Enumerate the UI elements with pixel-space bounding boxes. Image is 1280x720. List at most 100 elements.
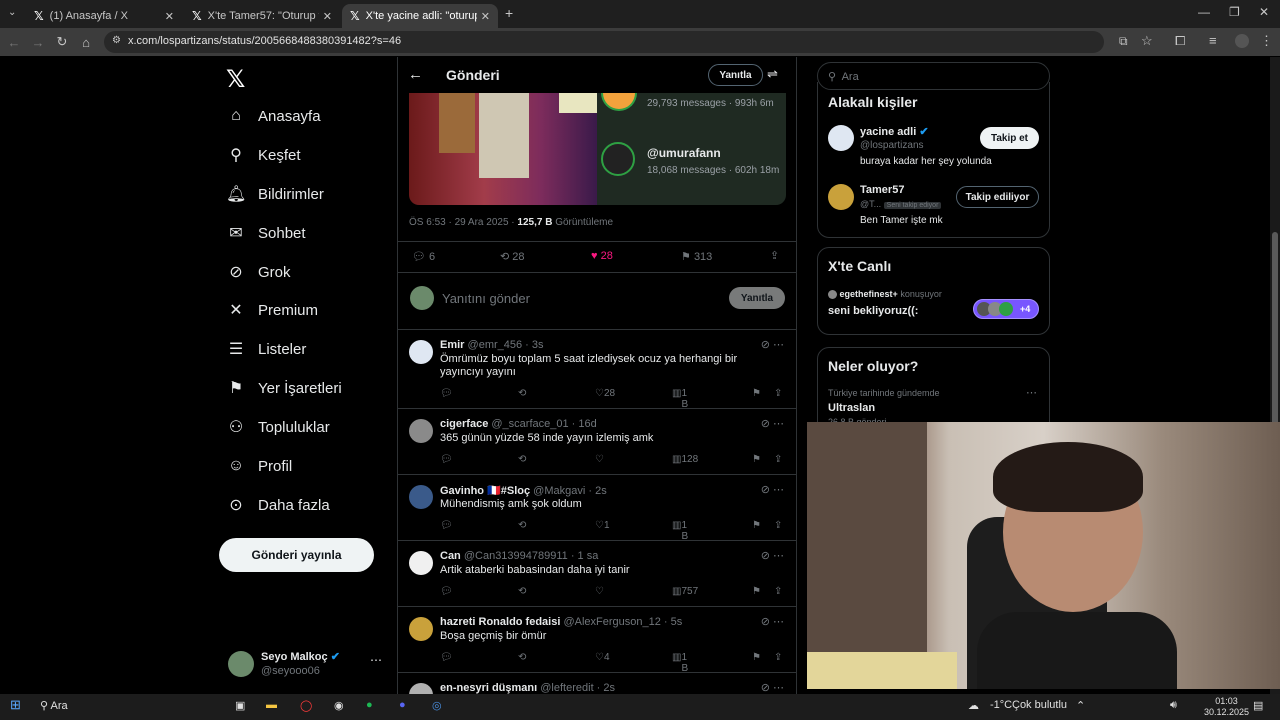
speaker-icon[interactable]: 🔊︎ — [1170, 699, 1177, 712]
reply-more-icon[interactable]: ⊘ ⋯ — [761, 615, 784, 628]
reply-more-icon[interactable]: ⊘ ⋯ — [761, 338, 784, 351]
repost-action[interactable]: ⟲ 28 — [500, 250, 525, 264]
reply-item[interactable]: Emir @emr_456 · 3s ⊘ ⋯ Ömrümüz boyu topl… — [398, 330, 796, 410]
browser-menu-icon[interactable]: ⋮ — [1260, 33, 1273, 49]
x-logo-icon[interactable]: 𝕏 — [226, 65, 245, 93]
nav-item-lists[interactable]: ☰ Listeler — [226, 334, 307, 364]
app-icon[interactable]: ◉ — [334, 699, 344, 712]
repost-icon[interactable]: ⟲ — [518, 388, 526, 399]
post-button[interactable]: Gönderi yayınla — [219, 538, 374, 572]
repost-icon[interactable]: ⟲ — [518, 586, 526, 597]
taskbar-search[interactable]: ⚲ Ara — [40, 699, 68, 712]
nav-item-explore[interactable]: ⚲ Keşfet — [226, 140, 300, 170]
nav-item-premium[interactable]: ✕ Premium — [226, 295, 318, 325]
scrollbar-thumb[interactable] — [1272, 232, 1278, 452]
bookmark-action[interactable]: ⚑ 313 — [681, 250, 712, 264]
repost-icon[interactable]: ⟲ — [518, 454, 526, 465]
reply-more-icon[interactable]: ⊘ ⋯ — [761, 483, 784, 496]
like-action[interactable]: ♡ — [595, 586, 604, 597]
more-options-icon[interactable]: ⋯ — [370, 653, 382, 667]
share-icon[interactable]: ⇪ — [774, 520, 782, 531]
reply-header-button[interactable]: Yanıtla — [708, 64, 763, 86]
share-icon[interactable]: ⇪ — [774, 652, 782, 663]
reply-icon[interactable]: 💬︎ — [440, 652, 453, 663]
nav-item-profile[interactable]: ☺ Profil — [226, 451, 292, 481]
address-bar[interactable]: ⚙ x.com/lospartizans/status/200566848838… — [104, 31, 1104, 53]
discord-icon[interactable]: ● — [399, 699, 406, 711]
reply-item[interactable]: Can @Can313994789911 · 1 sa ⊘ ⋯ Artik at… — [398, 541, 796, 607]
reload-icon[interactable]: ↻ — [50, 34, 74, 50]
minimize-icon[interactable]: — — [1198, 5, 1210, 19]
back-arrow-icon[interactable]: ← — [408, 66, 423, 83]
nav-item-home[interactable]: ⌂ Anasayfa — [226, 101, 320, 131]
trend-more-icon[interactable]: ⋯ — [1026, 386, 1037, 399]
share-icon[interactable]: ⇪ — [774, 454, 782, 465]
browser-tab-active[interactable]: 𝕏 X'te yacine adli: "oturup 5 s ✕ — [342, 4, 498, 28]
chrome-icon[interactable]: ◎ — [432, 699, 442, 712]
repost-icon[interactable]: ⟲ — [518, 652, 526, 663]
reply-icon[interactable]: 💬︎ — [440, 388, 453, 399]
reply-input[interactable]: Yanıtını gönder — [442, 291, 530, 306]
bookmark-star-icon[interactable]: ☆ — [1141, 33, 1153, 49]
following-button[interactable]: Takip ediliyor — [956, 186, 1039, 208]
restore-icon[interactable]: ❐ — [1229, 5, 1240, 19]
reply-more-icon[interactable]: ⊘ ⋯ — [761, 681, 784, 694]
extensions-icon[interactable]: ⧠ — [1175, 33, 1185, 49]
reply-action[interactable]: 💬︎ 6 — [412, 250, 435, 264]
reply-icon[interactable]: 💬︎ — [440, 454, 453, 465]
post-media-card[interactable]: 29,793 messages · 993h 6m @umurafann 18,… — [597, 93, 786, 205]
like-action[interactable]: ♡ 4 — [595, 652, 610, 663]
views-action[interactable]: ▥ 1 B — [672, 388, 688, 410]
trend-item[interactable]: Ultraslan — [828, 402, 875, 414]
views-action[interactable]: ▥ 1 B — [672, 520, 688, 542]
notifications-icon[interactable]: ▤ — [1253, 699, 1263, 712]
window-close-icon[interactable]: ✕ — [1259, 5, 1269, 19]
back-icon[interactable]: ← — [2, 35, 26, 50]
spotify-icon[interactable]: ● — [366, 699, 373, 711]
bookmark-icon[interactable]: ⚑ — [752, 652, 761, 663]
profile-avatar[interactable] — [1235, 34, 1249, 48]
bookmark-icon[interactable]: ⚑ — [752, 454, 761, 465]
tray-chevron-icon[interactable]: ⌃ — [1076, 699, 1085, 712]
task-view-icon[interactable]: ▣ — [235, 699, 245, 712]
nav-item-communities[interactable]: ⚇ Topluluklar — [226, 412, 330, 442]
follow-button[interactable]: Takip et — [980, 127, 1039, 149]
like-action[interactable]: ♡ 1 — [595, 520, 610, 531]
live-space-button[interactable]: +4 — [973, 299, 1039, 319]
browser-tab[interactable]: 𝕏 X'te Tamer57: "Oturup yayın izl ✕ — [184, 4, 340, 28]
reply-submit-button[interactable]: Yanıtla — [729, 287, 785, 309]
like-action[interactable]: ♥ 28 — [591, 250, 613, 262]
nav-item-chat[interactable]: ✉ Sohbet — [226, 218, 305, 248]
share-icon[interactable]: ⇪ — [774, 388, 782, 399]
home-browser-icon[interactable]: ⌂ — [74, 35, 98, 50]
new-tab-icon[interactable]: + — [505, 5, 513, 21]
install-app-icon[interactable]: ⧉ — [1119, 34, 1128, 49]
reply-item[interactable]: Gavinho 🇫🇷#Sloç @Makgavi · 2s ⊘ ⋯ Mühend… — [398, 475, 796, 542]
views-action[interactable]: ▥ 128 — [672, 454, 698, 465]
account-switcher[interactable]: Seyo Malkoç ✔ @seyooo06 ⋯ — [228, 648, 388, 682]
reading-list-icon[interactable]: ≡ — [1209, 33, 1217, 48]
reply-item[interactable]: cigerface @_scarface_01 · 16d ⊘ ⋯ 365 gü… — [398, 409, 796, 475]
reply-icon[interactable]: 💬︎ — [440, 520, 453, 531]
reply-more-icon[interactable]: ⊘ ⋯ — [761, 549, 784, 562]
nav-item-grok[interactable]: ⊘ Grok — [226, 257, 290, 287]
reply-more-icon[interactable]: ⊘ ⋯ — [761, 417, 784, 430]
reply-icon[interactable]: 💬︎ — [440, 586, 453, 597]
reply-item[interactable]: hazreti Ronaldo fedaisi @AlexFerguson_12… — [398, 607, 796, 674]
views-action[interactable]: ▥ 757 — [672, 586, 698, 597]
post-media-image[interactable] — [409, 93, 597, 205]
nav-item-more[interactable]: ⊙ Daha fazla — [226, 490, 329, 520]
close-icon[interactable]: ✕ — [323, 10, 332, 23]
nav-item-notifications[interactable]: 🔔︎ Bildirimler — [226, 179, 324, 209]
site-info-icon[interactable]: ⚙ — [112, 35, 121, 46]
views-action[interactable]: ▥ 1 B — [672, 652, 688, 674]
share-icon[interactable]: ⇪ — [774, 586, 782, 597]
file-explorer-icon[interactable]: ▬ — [266, 699, 277, 711]
share-icon[interactable]: ⇪ — [770, 249, 779, 262]
browser-tab[interactable]: 𝕏 (1) Anasayfa / X ✕ — [26, 4, 182, 28]
bookmark-icon[interactable]: ⚑ — [752, 520, 761, 531]
nav-item-bookmarks[interactable]: ⚑ Yer İşaretleri — [226, 373, 342, 403]
like-action[interactable]: ♡ — [595, 454, 604, 465]
bookmark-icon[interactable]: ⚑ — [752, 586, 761, 597]
like-action[interactable]: ♡ 28 — [595, 388, 615, 399]
